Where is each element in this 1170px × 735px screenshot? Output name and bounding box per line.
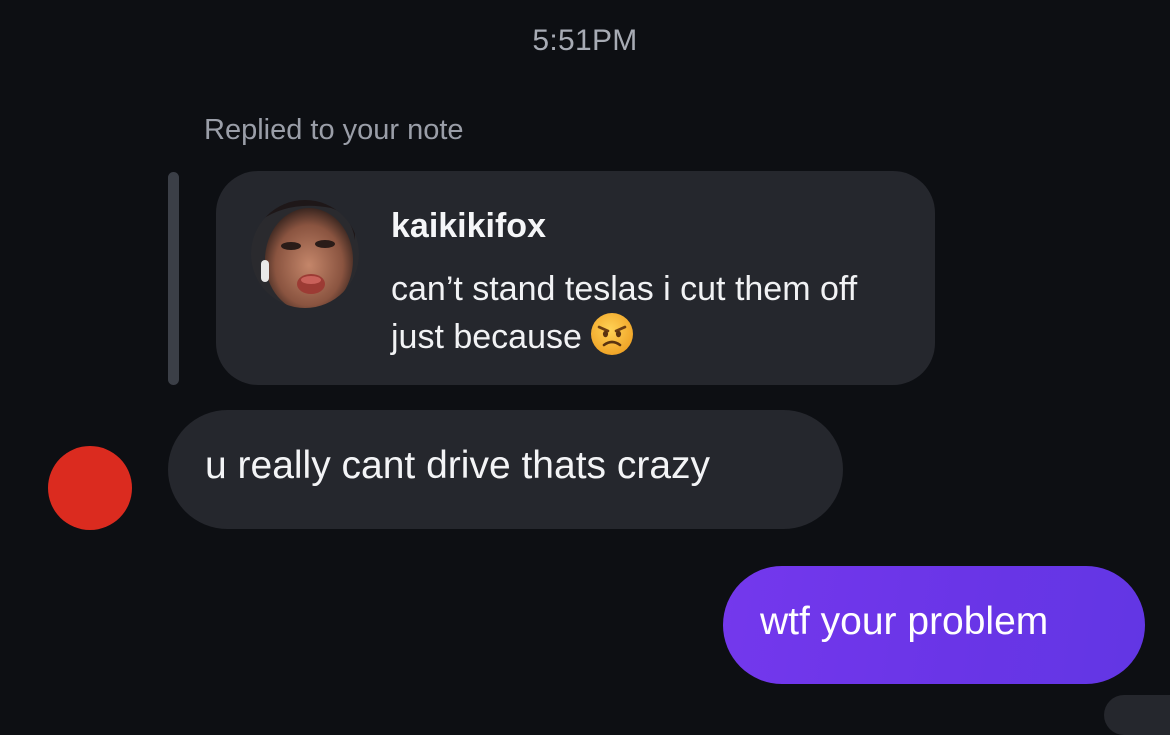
angry-face-emoji-icon	[590, 312, 634, 368]
outgoing-message-bubble[interactable]: wtf your problem	[723, 566, 1145, 684]
message-timestamp: 5:51PM	[532, 24, 638, 57]
next-message-bubble-edge	[1104, 695, 1170, 735]
replied-note-card[interactable]: kaikikifox can’t stand teslas i cut them…	[216, 171, 935, 385]
note-username[interactable]: kaikikifox	[391, 207, 546, 246]
reply-context-label: Replied to your note	[204, 114, 464, 146]
incoming-message-bubble[interactable]: u really cant drive thats crazy	[168, 410, 843, 529]
note-text: can’t stand teslas i cut them off just b…	[391, 267, 891, 368]
reply-quote-bar	[168, 172, 179, 385]
note-author-avatar[interactable]	[251, 200, 359, 308]
avatar-photo-icon	[251, 200, 359, 308]
sender-avatar[interactable]	[48, 446, 132, 530]
